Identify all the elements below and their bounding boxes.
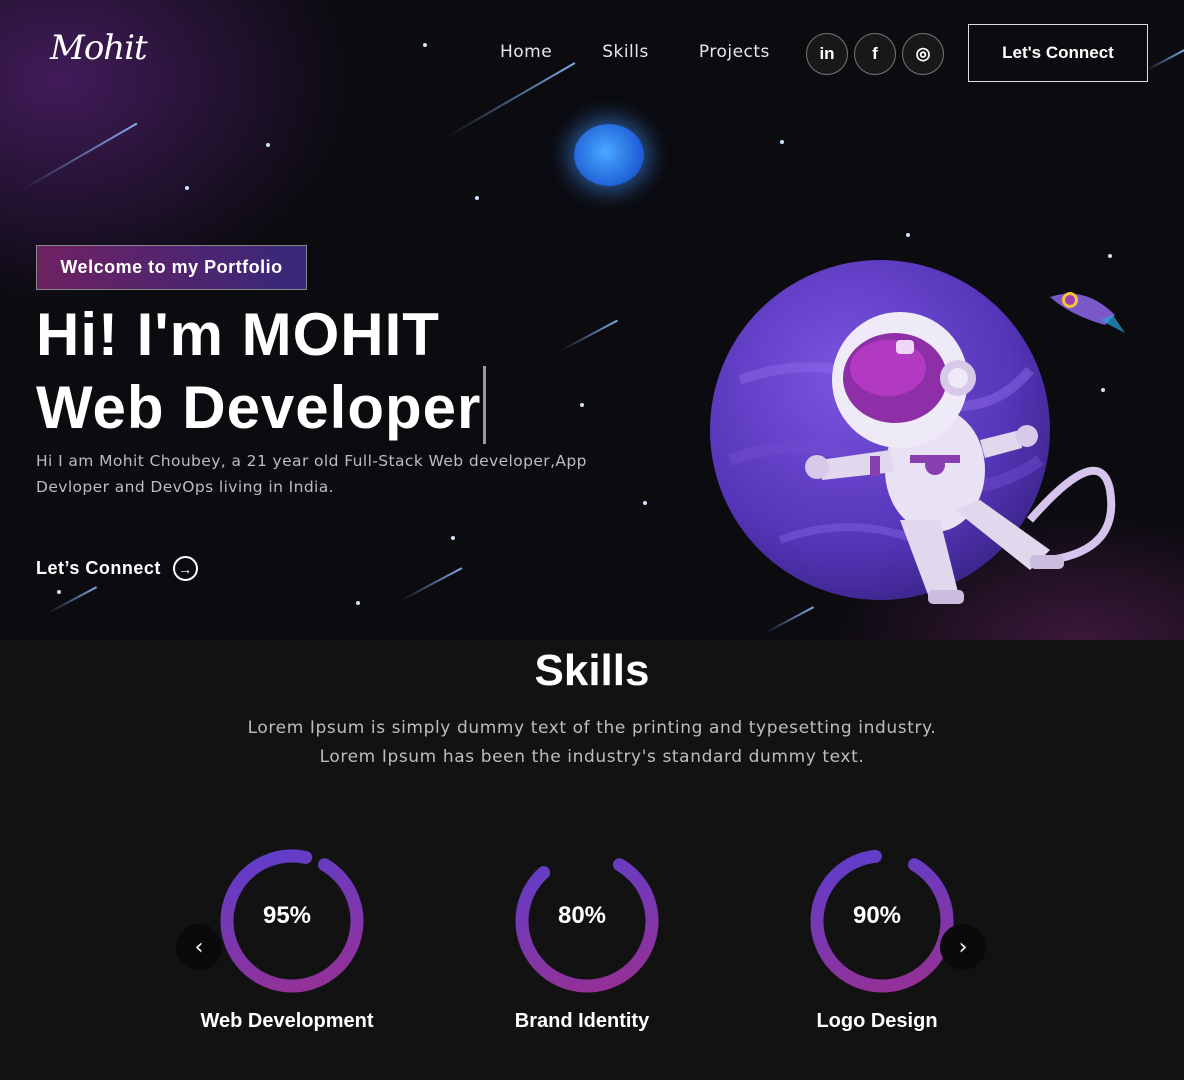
skill-gauge: 80% Brand Identity bbox=[507, 846, 667, 1032]
linkedin-icon[interactable]: in bbox=[806, 33, 848, 75]
nav-skills[interactable]: Skills bbox=[602, 42, 649, 62]
hero-title-line-2: Web Developer bbox=[36, 374, 482, 441]
star bbox=[185, 186, 189, 190]
shooting-star bbox=[559, 319, 618, 352]
shooting-star bbox=[47, 586, 98, 614]
star bbox=[780, 140, 784, 144]
skill-label: Logo Design bbox=[816, 1010, 938, 1032]
hero-title: Hi! I'm MOHIT Web Developer bbox=[36, 301, 487, 444]
star bbox=[356, 601, 360, 605]
star bbox=[475, 196, 479, 200]
star bbox=[580, 403, 584, 407]
logo[interactable]: Mohit bbox=[50, 28, 148, 68]
welcome-badge: Welcome to my Portfolio bbox=[36, 245, 307, 290]
skills-description-line-1: Lorem Ipsum is simply dummy text of the … bbox=[247, 718, 937, 738]
star bbox=[1108, 254, 1112, 258]
star bbox=[57, 590, 61, 594]
lets-connect-button[interactable]: Let's Connect bbox=[968, 24, 1148, 82]
skill-gauge: 95% Web Development bbox=[201, 846, 374, 1032]
skills-title: Skills bbox=[534, 646, 650, 695]
hero-section: Mohit Home Skills Projects in f ◎ Let's … bbox=[0, 0, 1184, 640]
carousel-prev-button[interactable]: ‹ bbox=[176, 924, 222, 970]
star bbox=[423, 43, 427, 47]
skill-percent: 80% bbox=[557, 902, 607, 929]
facebook-icon[interactable]: f bbox=[854, 33, 896, 75]
instagram-icon[interactable]: ◎ bbox=[902, 33, 944, 75]
hero-title-line-1: Hi! I'm MOHIT bbox=[36, 301, 440, 368]
skills-description-line-2: Lorem Ipsum has been the industry's stan… bbox=[319, 747, 865, 767]
arrow-right-circle-icon: → bbox=[172, 556, 198, 581]
social-links: in f ◎ bbox=[806, 33, 944, 75]
star bbox=[266, 143, 270, 147]
skill-percent: 90% bbox=[852, 902, 902, 929]
skill-label: Brand Identity bbox=[514, 1010, 650, 1032]
shooting-star bbox=[19, 122, 138, 192]
skills-description: Lorem Ipsum is simply dummy text of the … bbox=[0, 714, 1184, 772]
main-nav: Home Skills Projects bbox=[500, 42, 770, 62]
hero-connect-link[interactable]: Let’s Connect → bbox=[36, 556, 198, 581]
star bbox=[451, 536, 455, 540]
star bbox=[643, 501, 647, 505]
text-cursor bbox=[483, 366, 487, 444]
chevron-right-icon: › bbox=[958, 934, 968, 960]
shooting-star bbox=[1144, 48, 1184, 72]
rocket-illustration bbox=[1050, 292, 1125, 333]
hero-description: Hi I am Mohit Choubey, a 21 year old Ful… bbox=[36, 452, 587, 496]
chevron-left-icon: ‹ bbox=[194, 934, 204, 960]
star bbox=[906, 233, 910, 237]
nav-projects[interactable]: Projects bbox=[699, 42, 770, 62]
skill-percent: 95% bbox=[262, 902, 312, 929]
shooting-star bbox=[399, 567, 463, 602]
hero-connect-label: Let’s Connect bbox=[36, 558, 161, 578]
skill-label: Web Development bbox=[200, 1010, 374, 1032]
nav-home[interactable]: Home bbox=[500, 42, 552, 62]
blue-planet-illustration bbox=[574, 124, 644, 186]
skill-gauge: 90% Logo Design bbox=[802, 846, 962, 1032]
shooting-star bbox=[444, 62, 576, 139]
carousel-next-button[interactable]: › bbox=[940, 924, 986, 970]
